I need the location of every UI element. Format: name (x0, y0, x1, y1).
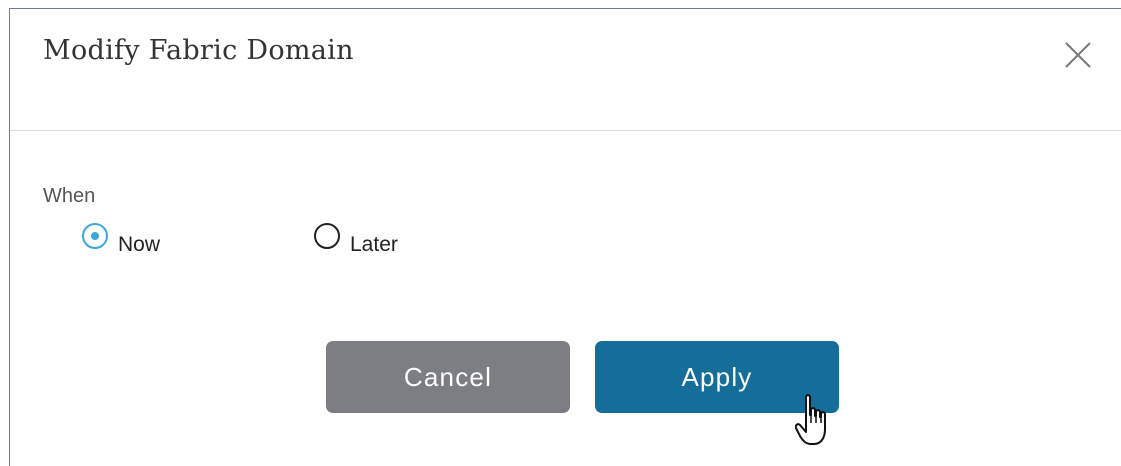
when-label: When (43, 185, 96, 207)
cancel-button[interactable]: Cancel (326, 341, 570, 413)
radio-later-indicator[interactable] (314, 223, 340, 249)
dialog-title: Modify Fabric Domain (43, 35, 354, 66)
close-icon (1065, 42, 1091, 68)
modify-fabric-domain-dialog: Modify Fabric Domain When Now Later Canc… (9, 8, 1121, 466)
close-button[interactable] (1060, 37, 1096, 73)
radio-now[interactable]: Now (82, 215, 160, 257)
dialog-header: Modify Fabric Domain (10, 9, 1121, 131)
radio-now-indicator[interactable] (82, 223, 108, 249)
radio-now-label: Now (118, 233, 161, 256)
apply-button[interactable]: Apply (595, 341, 839, 413)
radio-later-label: Later (350, 233, 398, 256)
radio-later[interactable]: Later (314, 215, 398, 257)
